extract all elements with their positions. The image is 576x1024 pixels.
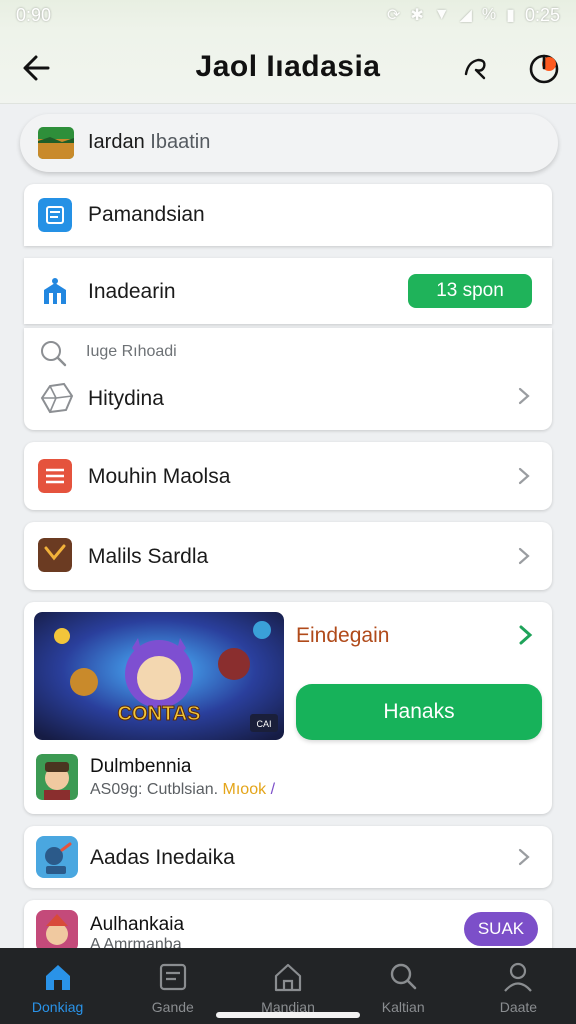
globe-outline-icon — [40, 382, 74, 414]
sync-icon: ⟳ — [386, 7, 401, 24]
status-bar: 0:90 ⟳ ✱ ▼ ◢ % ▮ 0:25 — [0, 0, 576, 30]
nav-label: Donkiag — [31, 999, 84, 1015]
search-text-primary: Iardan — [88, 131, 145, 153]
banner-title-text: CONTAS — [118, 703, 201, 725]
nav-label: Kaltian — [381, 999, 425, 1015]
search-text: Iardan Ibaatin — [88, 131, 210, 154]
chevron-right-icon — [518, 467, 530, 485]
landscape-thumbnail-icon — [38, 127, 74, 159]
list-item-hitydina[interactable]: Iuge Rıhoadi Hitydina — [24, 328, 552, 430]
status-icons: ⟳ ✱ ▼ ◢ % ▮ 0:25 — [387, 5, 560, 26]
percent-icon: % — [481, 6, 497, 23]
list-item-label: Aadas Inedaika — [90, 846, 235, 869]
game-meta-b: Mıook — [222, 781, 267, 798]
nav-label: Daate — [499, 999, 538, 1015]
battery-icon: ▮ — [506, 7, 515, 24]
edit-icon — [38, 538, 72, 572]
nav-item-store[interactable]: Gande — [115, 948, 230, 1024]
share-icon[interactable] — [458, 50, 494, 86]
chevron-right-icon — [518, 848, 530, 866]
list-item-inadearin[interactable]: Inadearin 13 spon — [24, 258, 552, 324]
search-text-secondary: Ibaatin — [150, 131, 211, 153]
wifi-icon: ▼ — [433, 6, 450, 23]
game-meta-c: / — [270, 781, 276, 798]
search-icon — [391, 963, 417, 990]
list-item-label: Aulhankaia — [90, 914, 185, 935]
power-icon[interactable] — [524, 48, 564, 88]
bluetooth-icon: ✱ — [410, 7, 424, 24]
game-avatar-icon — [36, 754, 78, 800]
banner-sub-text: CAI — [256, 719, 271, 729]
nav-item-search[interactable]: Kaltian — [346, 948, 461, 1024]
game-meta: AS09g: Cutblsian. Mıook / — [90, 781, 275, 799]
list-item-pamandsian[interactable]: Pamandsian — [24, 184, 552, 246]
list-item-label: Hitydina — [88, 387, 164, 410]
list-item-label: Mouhin Maolsa — [88, 465, 231, 488]
signal-icon: ◢ — [459, 7, 472, 24]
promo-action-button[interactable]: Hanaks — [296, 684, 542, 740]
status-badge[interactable]: 13 spon — [408, 274, 532, 308]
promo-card[interactable]: CAI CONTAS Eindegain Hanaks Dulmbennia A… — [24, 602, 552, 814]
list-item-mouhin[interactable]: Mouhin Maolsa — [24, 442, 552, 510]
nav-label: Gande — [151, 999, 194, 1015]
store-icon — [159, 963, 186, 991]
action-chip[interactable]: SUAK — [464, 912, 538, 946]
list-icon — [38, 459, 72, 493]
chevron-right-icon[interactable] — [516, 624, 536, 646]
chevron-right-icon — [518, 387, 530, 405]
list-item-label: Inadearin — [88, 280, 176, 303]
home-indicator[interactable] — [216, 1012, 360, 1018]
status-clock: 0:25 — [524, 4, 560, 25]
game-meta-a: AS09g: Cutblsian. — [90, 781, 219, 798]
game-banner-image[interactable]: CAI CONTAS — [34, 612, 284, 740]
game-character-icon — [36, 836, 78, 878]
building-icon — [44, 278, 66, 304]
list-item-aadas[interactable]: Aadas Inedaika — [24, 826, 552, 888]
nav-item-home[interactable]: Donkiag — [0, 948, 115, 1024]
promo-title: Eindegain — [296, 624, 390, 647]
list-item-label: Pamandsian — [88, 203, 205, 226]
status-time: 0:90 — [16, 4, 52, 25]
game-name: Dulmbennia — [90, 756, 192, 777]
app-bar: Jaol Iıadasia — [0, 30, 576, 104]
home-icon — [45, 965, 70, 990]
document-icon — [38, 198, 72, 232]
house-outline-icon — [274, 963, 302, 992]
profile-icon — [504, 962, 533, 992]
nav-item-profile[interactable]: Daate — [461, 948, 576, 1024]
game-character-icon — [36, 910, 78, 952]
list-item-malils[interactable]: Malils Sardla — [24, 522, 552, 590]
search-hint: Iuge Rıhoadi — [86, 343, 177, 360]
search-bar[interactable]: Iardan Ibaatin — [20, 114, 558, 172]
chevron-right-icon — [518, 547, 530, 565]
search-icon — [41, 341, 67, 367]
list-item-label: Malils Sardla — [88, 545, 209, 568]
